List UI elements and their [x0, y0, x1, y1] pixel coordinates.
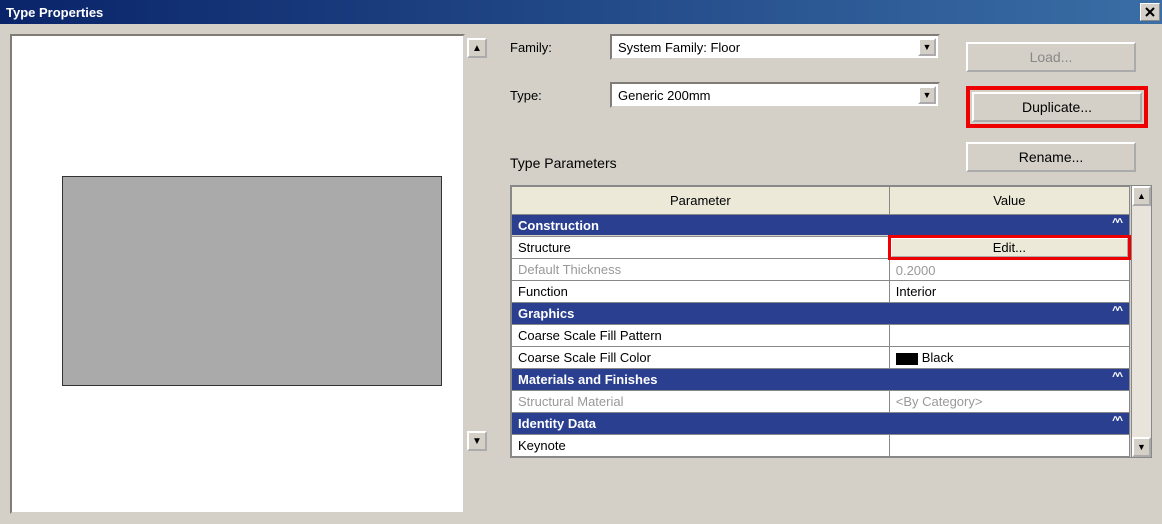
edit-button[interactable]: Edit... — [891, 238, 1128, 257]
family-label: Family: — [510, 40, 610, 55]
preview-box: ▲ ▼ — [10, 34, 465, 514]
row-coarse-pattern: Coarse Scale Fill Pattern — [512, 325, 1130, 347]
params-scrollbar[interactable]: ▲ ▼ — [1131, 186, 1151, 457]
val-coarse-color[interactable]: Black — [889, 347, 1129, 369]
color-swatch — [896, 353, 918, 365]
preview-graphic — [62, 176, 442, 386]
val-default-thickness: 0.2000 — [889, 259, 1129, 281]
param-coarse-color: Coarse Scale Fill Color — [512, 347, 890, 369]
load-button[interactable]: Load... — [966, 42, 1136, 72]
row-keynote: Keynote — [512, 435, 1130, 457]
dialog-content: ▲ ▼ Family: System Family: Floor ▼ Type:… — [0, 24, 1162, 524]
scroll-up-icon[interactable]: ▲ — [1132, 186, 1151, 206]
rename-button[interactable]: Rename... — [966, 142, 1136, 172]
duplicate-button[interactable]: Duplicate... — [972, 92, 1142, 122]
col-value[interactable]: Value — [889, 187, 1129, 215]
window-title: Type Properties — [6, 5, 103, 20]
preview-scroll-up[interactable]: ▲ — [467, 38, 487, 58]
preview-scroll-down[interactable]: ▼ — [467, 431, 487, 451]
collapse-icon: ^^ — [1112, 371, 1121, 383]
param-structural-material: Structural Material — [512, 391, 890, 413]
param-keynote: Keynote — [512, 435, 890, 457]
type-dropdown[interactable]: Generic 200mm ▼ — [610, 82, 940, 108]
group-graphics[interactable]: Graphics^^ — [512, 303, 1130, 325]
chevron-down-icon: ▼ — [918, 86, 936, 104]
param-structure: Structure — [512, 237, 890, 259]
duplicate-highlight: Duplicate... — [966, 86, 1148, 128]
params-container: Parameter Value Construction^^ Structure… — [510, 185, 1152, 458]
params-table: Parameter Value Construction^^ Structure… — [511, 186, 1131, 457]
type-value: Generic 200mm — [618, 88, 710, 103]
scroll-down-icon[interactable]: ▼ — [1132, 437, 1151, 457]
param-default-thickness: Default Thickness — [512, 259, 890, 281]
row-structure: Structure Edit... — [512, 237, 1130, 259]
val-function[interactable]: Interior — [889, 281, 1129, 303]
chevron-down-icon: ▼ — [918, 38, 936, 56]
titlebar: Type Properties — [0, 0, 1162, 24]
group-identity[interactable]: Identity Data^^ — [512, 413, 1130, 435]
val-keynote[interactable] — [889, 435, 1129, 457]
type-label: Type: — [510, 88, 610, 103]
close-button[interactable] — [1140, 3, 1160, 21]
row-structural-material: Structural Material <By Category> — [512, 391, 1130, 413]
param-coarse-pattern: Coarse Scale Fill Pattern — [512, 325, 890, 347]
col-parameter[interactable]: Parameter — [512, 187, 890, 215]
val-structural-material[interactable]: <By Category> — [889, 391, 1129, 413]
collapse-icon: ^^ — [1112, 415, 1121, 427]
family-dropdown[interactable]: System Family: Floor ▼ — [610, 34, 940, 60]
scroll-track[interactable] — [1132, 206, 1151, 437]
val-coarse-pattern[interactable] — [889, 325, 1129, 347]
preview-panel: ▲ ▼ — [10, 34, 490, 514]
edit-highlight: Edit... — [889, 237, 1129, 259]
collapse-icon: ^^ — [1112, 305, 1121, 317]
family-value: System Family: Floor — [618, 40, 740, 55]
row-function: Function Interior — [512, 281, 1130, 303]
collapse-icon: ^^ — [1112, 217, 1121, 229]
group-materials[interactable]: Materials and Finishes^^ — [512, 369, 1130, 391]
properties-panel: Family: System Family: Floor ▼ Type: Gen… — [510, 34, 1152, 514]
group-construction[interactable]: Construction^^ — [512, 215, 1130, 237]
button-column: Load... Duplicate... Rename... — [966, 42, 1148, 172]
param-function: Function — [512, 281, 890, 303]
row-default-thickness: Default Thickness 0.2000 — [512, 259, 1130, 281]
row-coarse-color: Coarse Scale Fill Color Black — [512, 347, 1130, 369]
